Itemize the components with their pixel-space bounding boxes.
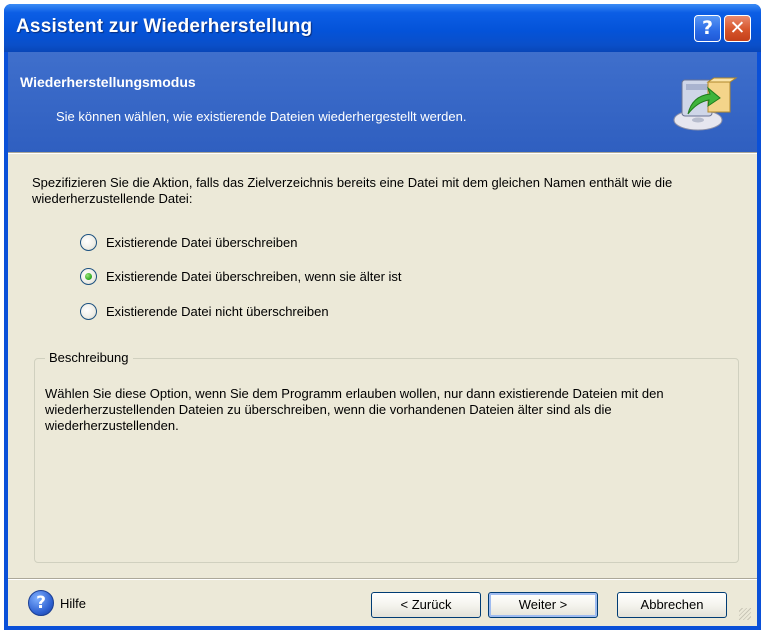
description-title: Beschreibung: [45, 350, 133, 365]
next-button[interactable]: Weiter >: [488, 592, 598, 618]
option-overwrite-if-older-label[interactable]: Existierende Datei überschreiben, wenn s…: [106, 269, 402, 284]
description-text: Wählen Sie diese Option, wenn Sie dem Pr…: [45, 386, 664, 433]
titlebar-help-button[interactable]: ?: [694, 15, 721, 42]
window-title: Assistent zur Wiederherstellung: [16, 16, 313, 37]
window-frame-bottom: [4, 626, 761, 630]
option-overwrite[interactable]: Existierende Datei überschreiben: [80, 231, 298, 253]
header-subtitle: Sie können wählen, wie existierende Date…: [56, 109, 467, 124]
instruction-text: Spezifizieren Sie die Aktion, falls das …: [32, 175, 673, 206]
restore-disk-icon: [673, 77, 738, 131]
description-groupbox: Beschreibung Wählen Sie diese Option, we…: [34, 350, 739, 563]
header-separator: [8, 152, 757, 154]
wizard-footer: ? Hilfe < Zurück Weiter > Abbrechen: [8, 578, 757, 626]
help-question-icon[interactable]: ?: [28, 590, 54, 616]
window-frame-right: [757, 52, 761, 630]
wizard-header: Wiederherstellungsmodus Sie können wähle…: [8, 52, 757, 152]
cancel-button[interactable]: Abbrechen: [617, 592, 727, 618]
restore-wizard-window: Assistent zur Wiederherstellung ? ✕ Wied…: [4, 4, 761, 630]
radio-overwrite-if-older[interactable]: [80, 267, 97, 285]
radio-do-not-overwrite[interactable]: [80, 302, 97, 320]
radio-overwrite[interactable]: [80, 233, 97, 251]
option-do-not-overwrite[interactable]: Existierende Datei nicht überschreiben: [80, 300, 329, 322]
title-bar[interactable]: Assistent zur Wiederherstellung ? ✕: [4, 4, 761, 52]
close-button[interactable]: ✕: [724, 15, 751, 42]
back-button[interactable]: < Zurück: [371, 592, 481, 618]
option-do-not-overwrite-label[interactable]: Existierende Datei nicht überschreiben: [106, 304, 329, 319]
option-overwrite-if-older[interactable]: Existierende Datei überschreiben, wenn s…: [80, 265, 402, 287]
help-link[interactable]: ? Hilfe: [28, 590, 86, 616]
wizard-content: Spezifizieren Sie die Aktion, falls das …: [8, 152, 757, 578]
option-overwrite-label[interactable]: Existierende Datei überschreiben: [106, 235, 298, 250]
help-label[interactable]: Hilfe: [60, 596, 86, 611]
resize-grip[interactable]: [739, 608, 751, 620]
header-title: Wiederherstellungsmodus: [20, 74, 196, 90]
